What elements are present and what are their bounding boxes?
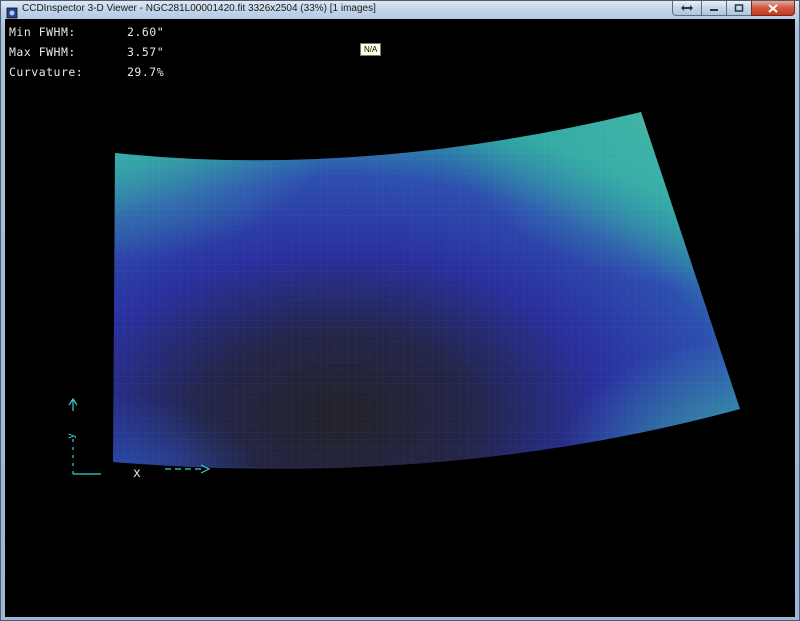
window-title: CCDInspector 3-D Viewer - NGC281L0000142… <box>22 3 376 14</box>
minimize-icon <box>710 9 718 11</box>
minimize-button[interactable] <box>701 1 727 16</box>
close-button[interactable] <box>751 1 795 16</box>
3d-viewport[interactable]: y x Min FWHM: 2.60" Max FWHM: 3.57" Curv… <box>5 19 795 617</box>
axis-x-label: x <box>133 466 141 481</box>
maximize-icon <box>734 4 744 12</box>
fwhm-surface <box>113 112 740 469</box>
axis-y-label: y <box>66 433 77 439</box>
stat-max-fwhm: Max FWHM: 3.57" <box>9 42 164 62</box>
title-bar[interactable]: CCDInspector 3-D Viewer - NGC281L0000142… <box>1 1 799 19</box>
stat-min-fwhm-value: 2.60" <box>127 25 165 39</box>
fwhm-stats: Min FWHM: 2.60" Max FWHM: 3.57" Curvatur… <box>9 22 164 82</box>
stat-min-fwhm-label: Min FWHM: <box>9 25 76 39</box>
caption-buttons <box>672 1 795 17</box>
stat-curvature: Curvature: 29.7% <box>9 62 164 82</box>
double-arrow-icon <box>681 5 693 11</box>
close-icon <box>768 3 778 13</box>
stat-max-fwhm-label: Max FWHM: <box>9 45 76 59</box>
tooltip: N/A <box>360 43 382 56</box>
fwhm-surface-plot[interactable]: y x <box>5 19 795 617</box>
maximize-button[interactable] <box>726 1 752 16</box>
app-icon <box>6 4 18 19</box>
stat-max-fwhm-value: 3.57" <box>127 45 165 59</box>
stat-min-fwhm: Min FWHM: 2.60" <box>9 22 164 42</box>
stat-curvature-label: Curvature: <box>9 65 84 79</box>
restore-arrows-button[interactable] <box>672 1 702 16</box>
stat-curvature-value: 29.7% <box>127 65 165 79</box>
app-window: CCDInspector 3-D Viewer - NGC281L0000142… <box>0 0 800 621</box>
